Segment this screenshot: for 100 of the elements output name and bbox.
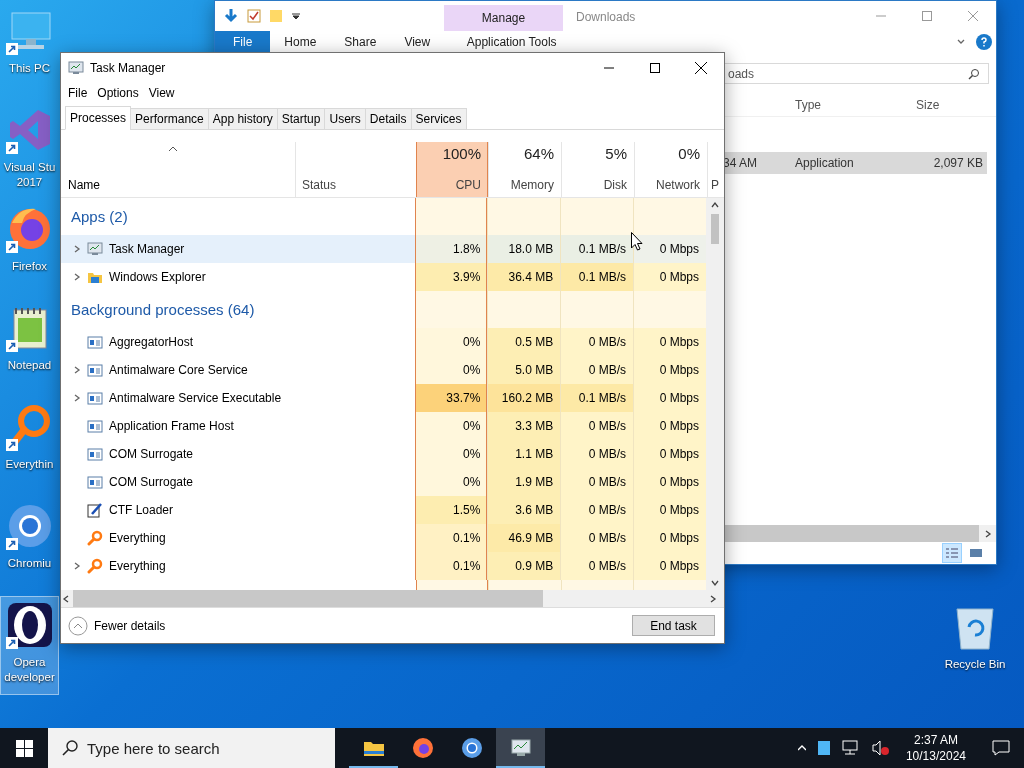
tab[interactable]: Services bbox=[410, 108, 467, 130]
expand-icon[interactable] bbox=[73, 245, 81, 253]
table-cell: 0 Mbps bbox=[633, 524, 706, 552]
expand-icon[interactable] bbox=[73, 394, 81, 402]
process-row[interactable]: CTF Loader 1.5% 3.6 MB 0 MB/s 0 Mbps bbox=[61, 496, 706, 524]
square-icon bbox=[817, 741, 830, 755]
clock[interactable]: 2:37 AM 10/13/2024 bbox=[897, 732, 974, 764]
table-cell: 0 MB/s bbox=[560, 412, 634, 440]
tiles-view-icon bbox=[969, 546, 983, 560]
fewer-details-button[interactable]: Fewer details bbox=[68, 615, 166, 636]
table-cell: 0 MB/s bbox=[560, 468, 634, 496]
menu-item[interactable]: View bbox=[143, 86, 180, 100]
column-header[interactable]: 100% CPU bbox=[416, 142, 488, 197]
scrollbar-thumb[interactable] bbox=[723, 525, 979, 542]
process-row[interactable]: Application Frame Host 0% 3.3 MB 0 MB/s 0 Mbps bbox=[61, 412, 706, 440]
tab[interactable]: Processes bbox=[65, 106, 132, 130]
table-cell: 1.8% bbox=[415, 235, 488, 263]
expand-icon[interactable] bbox=[73, 273, 81, 281]
table-cell: 0.1% bbox=[415, 552, 488, 580]
table-cell: 0% bbox=[415, 328, 488, 356]
ribbon-tab[interactable]: View bbox=[390, 31, 445, 53]
help-icon bbox=[976, 34, 992, 50]
column-header[interactable]: Type bbox=[795, 97, 916, 112]
column-header[interactable]: P bbox=[711, 178, 719, 192]
monitor-icon bbox=[87, 241, 103, 257]
tab[interactable]: Startup bbox=[276, 108, 326, 130]
window-icon bbox=[87, 362, 103, 378]
tab[interactable]: App history bbox=[207, 108, 278, 130]
table-cell: 0 MB/s bbox=[560, 496, 634, 524]
tab[interactable]: Users bbox=[324, 108, 366, 130]
table-cell: 0 Mbps bbox=[633, 328, 706, 356]
desktop-shortcut[interactable]: Chromiu bbox=[0, 497, 59, 596]
folder-icon bbox=[269, 9, 283, 23]
column-header[interactable]: Name bbox=[68, 178, 100, 192]
table-cell: 0 Mbps bbox=[633, 384, 706, 412]
maximize-icon bbox=[922, 11, 932, 21]
usage-percent: 5% bbox=[605, 145, 627, 162]
table-cell: 0 Mbps bbox=[633, 468, 706, 496]
table-cell: 18.0 MB bbox=[487, 235, 561, 263]
process-row[interactable]: AggregatorHost 0% 0.5 MB 0 MB/s 0 Mbps bbox=[61, 328, 706, 356]
table-cell: 3.3 MB bbox=[487, 412, 561, 440]
process-row[interactable]: Everything 0.1% 46.9 MB 0 MB/s 0 Mbps bbox=[61, 524, 706, 552]
table-cell: 3.6 MB bbox=[487, 496, 561, 524]
search-icon bbox=[62, 740, 78, 756]
process-row[interactable]: Antimalware Core Service 0% 5.0 MB 0 MB/s 0 Mbps bbox=[61, 356, 706, 384]
monitor-icon bbox=[68, 60, 84, 76]
table-cell: 0 Mbps bbox=[633, 496, 706, 524]
window-icon bbox=[87, 418, 103, 434]
table-cell: 0.1 MB/s bbox=[560, 235, 634, 263]
close-icon bbox=[968, 11, 978, 21]
table-cell: 0 MB/s bbox=[560, 552, 634, 580]
table-cell: 0 MB/s bbox=[560, 524, 634, 552]
taskbar-app-button[interactable] bbox=[496, 728, 545, 768]
process-row[interactable]: Antimalware Service Executable 33.7% 160.2 MB 0.1 MB/s 0 Mbps bbox=[61, 384, 706, 412]
process-row[interactable]: Everything 0.1% 0.9 MB 0 MB/s 0 Mbps bbox=[61, 552, 706, 580]
table-cell: 0.1 MB/s bbox=[560, 384, 634, 412]
scrollbar-thumb[interactable] bbox=[711, 214, 719, 244]
table-cell: 0 Mbps bbox=[633, 412, 706, 440]
column-header[interactable]: Size bbox=[916, 97, 976, 112]
process-name: AggregatorHost bbox=[108, 335, 194, 349]
ribbon-tab[interactable]: Application Tools bbox=[452, 31, 572, 53]
windows-logo-icon bbox=[15, 739, 33, 757]
window-icon bbox=[87, 474, 103, 490]
process-row[interactable]: COM Surrogate 0% 1.1 MB 0 MB/s 0 Mbps bbox=[61, 440, 706, 468]
end-task-button[interactable]: End task bbox=[632, 615, 715, 636]
process-name: Windows Explorer bbox=[108, 270, 206, 284]
menu-item[interactable]: File bbox=[63, 86, 93, 100]
table-cell: 0.1 MB/s bbox=[560, 263, 634, 291]
table-cell: 0 Mbps bbox=[633, 552, 706, 580]
tab[interactable]: Performance bbox=[130, 108, 209, 130]
chromium-icon bbox=[5, 502, 54, 550]
table-cell: 0 MB/s bbox=[560, 440, 634, 468]
ribbon-tab[interactable]: Home bbox=[270, 31, 331, 53]
scrollbar-thumb[interactable] bbox=[73, 590, 543, 607]
ribbon-tab[interactable]: File bbox=[215, 31, 271, 53]
search-field[interactable]: oads bbox=[723, 63, 989, 84]
group-heading: Apps (2) bbox=[70, 207, 129, 227]
process-row[interactable]: COM Surrogate 0% 1.9 MB 0 MB/s 0 Mbps bbox=[61, 468, 706, 496]
desktop-shortcut[interactable]: Recycle Bin bbox=[938, 598, 1012, 697]
table-cell: 36.4 MB bbox=[487, 263, 561, 291]
chromium-icon bbox=[459, 736, 484, 760]
tab[interactable]: Details bbox=[364, 108, 412, 130]
magnifier-icon bbox=[87, 558, 103, 574]
chevron-up-circle-icon bbox=[68, 615, 88, 636]
expand-icon[interactable] bbox=[73, 562, 81, 570]
menu-item[interactable]: Options bbox=[92, 86, 144, 100]
chevron-right-icon bbox=[709, 594, 717, 603]
expand-icon[interactable] bbox=[73, 366, 81, 374]
table-cell: 0 MB/s bbox=[560, 328, 634, 356]
chevron-left-icon bbox=[62, 594, 70, 603]
mouse-cursor-icon bbox=[631, 232, 643, 251]
desktop-shortcut[interactable]: Everythin bbox=[0, 398, 59, 497]
ribbon-tab[interactable]: Share bbox=[330, 31, 391, 53]
details-view-icon bbox=[945, 546, 959, 560]
process-name: Antimalware Service Executable bbox=[108, 391, 282, 405]
usage-percent: 64% bbox=[523, 145, 554, 162]
search-field[interactable]: Type here to search bbox=[48, 728, 335, 768]
process-row[interactable]: Windows Explorer 3.9% 36.4 MB 0.1 MB/s 0 Mbps bbox=[61, 263, 706, 291]
table-cell: 33.7% bbox=[415, 384, 488, 412]
column-header[interactable]: Status bbox=[302, 178, 337, 192]
